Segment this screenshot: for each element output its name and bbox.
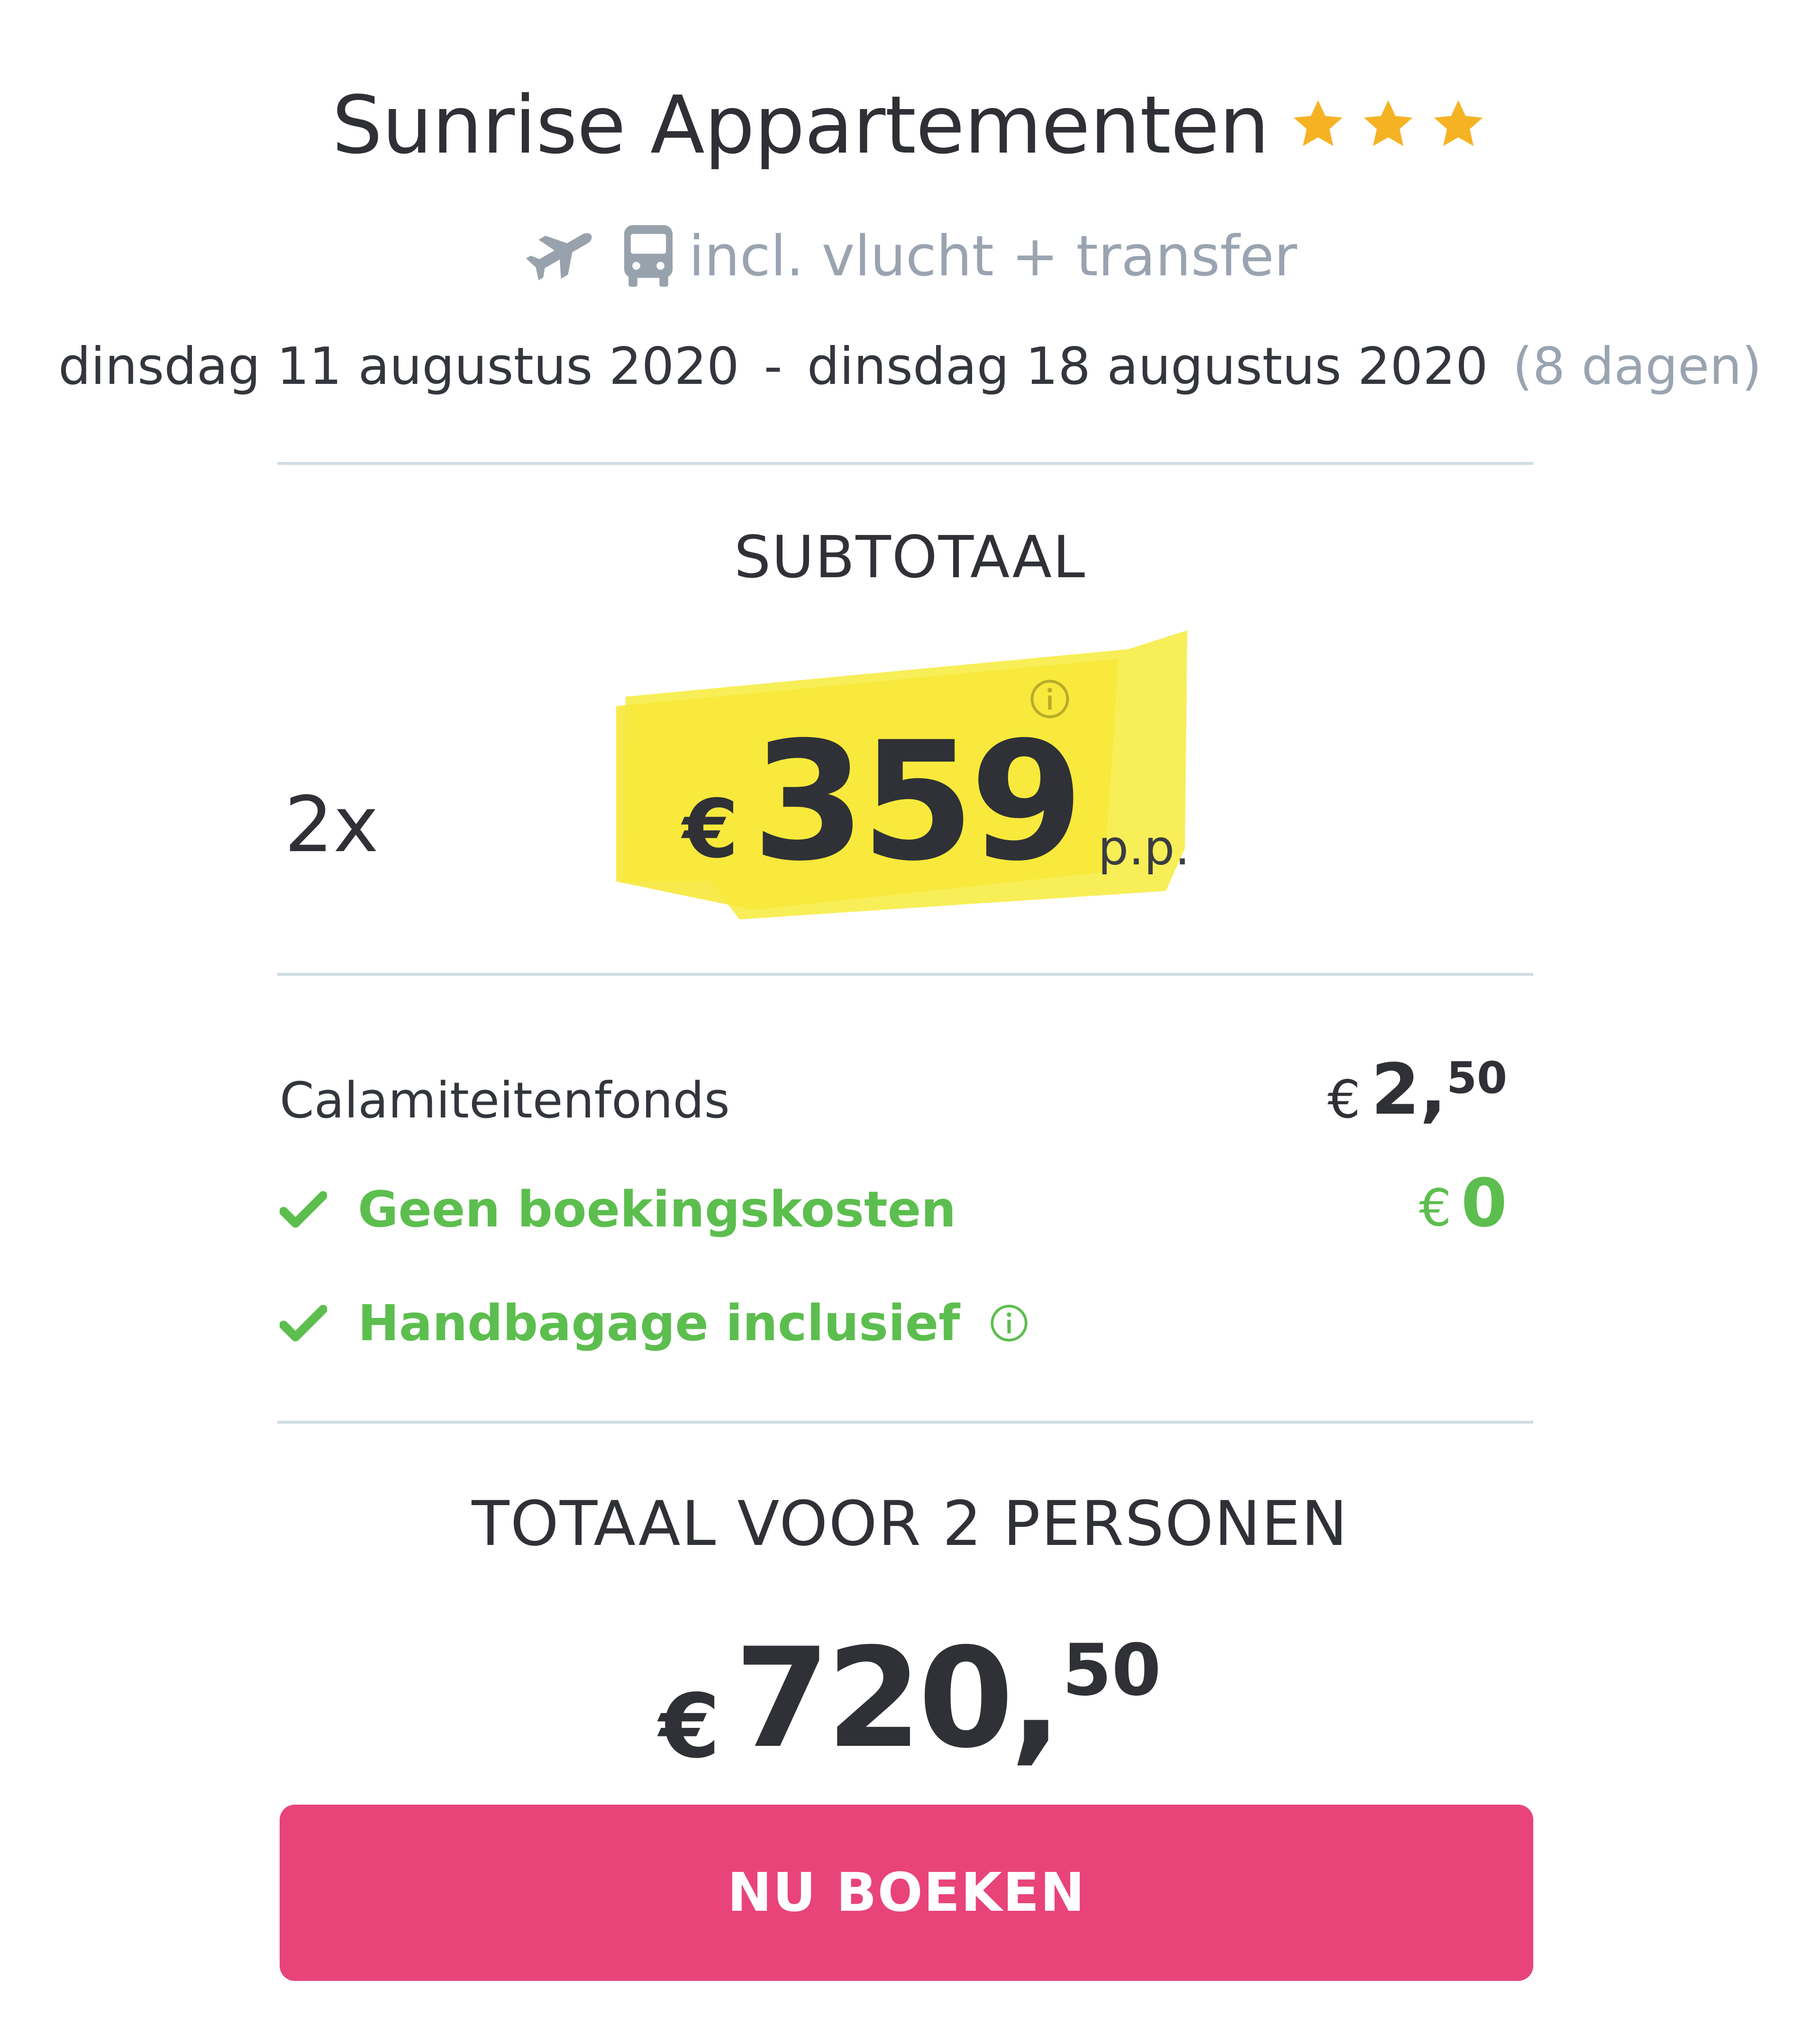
bus-icon	[624, 225, 673, 287]
airplane-icon	[526, 233, 592, 281]
price-per-person: € 359 p.p.	[682, 720, 1190, 884]
star-icon	[1364, 100, 1413, 146]
calamity-currency: €	[1327, 1069, 1361, 1130]
total-whole: 720,	[734, 1619, 1063, 1779]
calamity-fund-label: Calamiteitenfonds	[280, 1071, 730, 1129]
calamity-cents: 50	[1446, 1053, 1507, 1103]
booking-currency: €	[1419, 1179, 1452, 1238]
date-separator: -	[764, 337, 783, 396]
date-to: dinsdag 18 augustus 2020	[807, 337, 1488, 396]
divider	[277, 973, 1533, 976]
includes-text: incl. vlucht + transfer	[689, 223, 1297, 289]
booking-value: 0	[1461, 1165, 1507, 1242]
booking-costs-row: Geen boekingskosten	[280, 1185, 956, 1234]
divider	[277, 1421, 1533, 1424]
calamity-fund-amount: € 2, 50	[1328, 1054, 1507, 1126]
book-now-label: NU BOEKEN	[727, 1862, 1086, 1924]
traveller-quantity: 2x	[284, 781, 379, 870]
divider	[277, 462, 1533, 465]
booking-costs-label: Geen boekingskosten	[358, 1180, 956, 1238]
hand-luggage-label: Handbagage inclusief	[358, 1294, 960, 1352]
total-heading: TOTAAL VOOR 2 PERSONEN	[472, 1488, 1348, 1560]
travel-dates: dinsdag 11 augustus 2020 - dinsdag 18 au…	[0, 341, 1820, 392]
book-now-button[interactable]: NU BOEKEN	[280, 1805, 1533, 1981]
total-price: € 720, 50	[0, 1630, 1820, 1771]
star-rating	[1288, 95, 1488, 155]
hotel-name: Sunrise Appartementen	[332, 79, 1269, 172]
price-amount: 359	[752, 707, 1083, 897]
booking-costs-amount: € 0	[1419, 1171, 1507, 1237]
star-icon	[1293, 100, 1343, 146]
check-icon	[280, 1191, 327, 1228]
star-icon	[1434, 100, 1483, 146]
hotel-title-row: Sunrise Appartementen	[0, 85, 1820, 165]
includes-row: incl. vlucht + transfer	[0, 220, 1820, 291]
trip-duration: (8 dagen)	[1512, 337, 1762, 396]
subtotal-heading: SUBTOTAAL	[734, 524, 1086, 591]
total-currency: €	[659, 1675, 720, 1778]
calamity-whole: 2,	[1371, 1049, 1447, 1130]
hand-luggage-row: Handbagage inclusief	[280, 1298, 1029, 1348]
date-from: dinsdag 11 augustus 2020	[58, 337, 739, 396]
check-icon	[280, 1305, 327, 1342]
total-cents: 50	[1062, 1629, 1161, 1712]
price-currency: €	[682, 782, 739, 876]
luggage-info-icon[interactable]	[989, 1303, 1029, 1344]
per-person-label: p.p.	[1098, 820, 1190, 876]
